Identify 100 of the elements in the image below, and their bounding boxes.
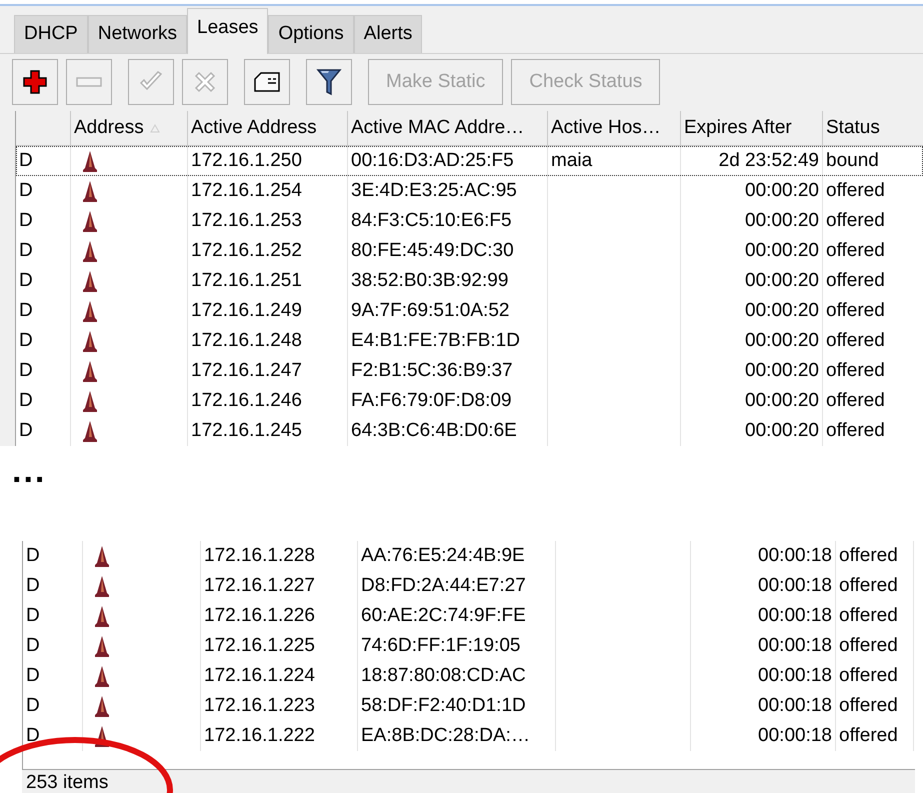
cone-icon (82, 390, 98, 412)
flag-cell-text: D (19, 388, 33, 413)
status-cell-text: offered (839, 574, 898, 598)
flag-cell-text: D (19, 238, 33, 263)
address-cell-text: 172.16.1.246 (191, 388, 302, 413)
tab[interactable]: Leases (187, 8, 268, 54)
address-cell-text: 172.16.1.247 (191, 358, 302, 383)
status-cell-text: offered (839, 664, 898, 688)
column-header[interactable]: Active Address (188, 111, 348, 146)
expires-cell-text: 00:00:20 (745, 388, 819, 413)
flag-cell-text: D (19, 178, 33, 203)
status-cell-text: offered (839, 724, 898, 748)
filter-button[interactable] (306, 59, 352, 106)
tab[interactable]: Networks (88, 14, 188, 53)
mac-cell-text: AA:76:E5:24:4B:9E (361, 544, 525, 568)
address-cell-text: 172.16.1.252 (191, 238, 302, 263)
expires-cell-text: 00:00:18 (758, 664, 832, 688)
expires-cell-text: 00:00:20 (745, 298, 819, 323)
mac-cell-text: 58:DF:F2:40:D1:1D (361, 694, 526, 718)
address-cell-text: 172.16.1.224 (204, 664, 315, 688)
cone-icon (94, 575, 110, 597)
note-icon (253, 71, 281, 94)
status-cell-text: offered (826, 388, 885, 413)
flag-cell-text: D (19, 328, 33, 353)
item-count: 253 items (26, 771, 108, 793)
flag-cell-text: D (26, 724, 40, 748)
cone-icon (82, 300, 98, 322)
address-cell-text: 172.16.1.245 (191, 418, 302, 443)
flag-cell-text: D (26, 544, 40, 568)
address-cell-text: 172.16.1.223 (204, 694, 315, 718)
cone-icon (94, 695, 110, 717)
flag-cell-text: D (19, 298, 33, 323)
column-header[interactable]: Active Hos… (548, 111, 681, 146)
mac-cell-text: 9A:7F:69:51:0A:52 (351, 298, 510, 323)
status-cell-text: offered (826, 268, 885, 293)
flag-cell-text: D (26, 664, 40, 688)
mac-cell-text: 38:52:B0:3B:92:99 (351, 268, 508, 293)
address-cell-text: 172.16.1.228 (204, 544, 315, 568)
expires-cell-text: 00:00:18 (758, 574, 832, 598)
column-header[interactable]: Address (71, 111, 188, 146)
expires-cell-text: 00:00:20 (745, 208, 819, 233)
mac-cell-text: 64:3B:C6:4B:D0:6E (351, 418, 517, 443)
mac-cell-text: F2:B1:5C:36:B9:37 (351, 358, 513, 383)
cone-icon (94, 605, 110, 627)
mac-cell-text: 3E:4D:E3:25:AC:95 (351, 178, 517, 203)
status-cell-text: offered (839, 604, 898, 628)
flag-cell-text: D (26, 604, 40, 628)
cone-icon (82, 270, 98, 292)
mac-cell-text: E4:B1:FE:7B:FB:1D (351, 328, 520, 353)
tab[interactable]: Alerts (354, 14, 422, 53)
expires-cell-text: 00:00:20 (745, 418, 819, 443)
status-cell-text: offered (826, 238, 885, 263)
expires-cell-text: 00:00:18 (758, 544, 832, 568)
expires-cell-text: 00:00:20 (745, 358, 819, 383)
cone-icon (82, 330, 98, 352)
status-cell-text: offered (826, 208, 885, 233)
tab[interactable]: DHCP (14, 14, 88, 53)
mac-cell-text: 74:6D:FF:1F:19:05 (361, 634, 520, 658)
mac-cell-text: 60:AE:2C:74:9F:FE (361, 604, 526, 628)
status-cell-text: offered (826, 178, 885, 203)
status-cell-text: offered (839, 694, 898, 718)
mac-cell-text: EA:8B:DC:28:DA:… (361, 724, 530, 748)
address-cell-text: 172.16.1.248 (191, 328, 302, 353)
address-cell-text: 172.16.1.249 (191, 298, 302, 323)
sort-arrow-icon (150, 124, 160, 132)
address-cell-text: 172.16.1.254 (191, 178, 302, 203)
cone-icon (82, 240, 98, 262)
expires-cell-text: 00:00:20 (745, 178, 819, 203)
address-cell-text: 172.16.1.227 (204, 574, 315, 598)
cone-icon (94, 545, 110, 567)
cone-icon (94, 635, 110, 657)
plus-icon (22, 69, 48, 96)
status-cell-text: offered (826, 358, 885, 383)
comment-button[interactable] (244, 59, 290, 106)
expires-cell-text: 00:00:18 (758, 604, 832, 628)
tab[interactable]: Options (268, 14, 354, 53)
expires-cell-text: 00:00:18 (758, 634, 832, 658)
mac-cell-text: 18:87:80:08:CD:AC (361, 664, 526, 688)
column-header[interactable] (16, 111, 71, 146)
expires-cell-text: 00:00:18 (758, 694, 832, 718)
status-cell-text: offered (839, 544, 898, 568)
flag-cell-text: D (26, 574, 40, 598)
add-button[interactable] (12, 59, 58, 106)
flag-cell-text: D (19, 418, 33, 443)
status-cell-text: offered (826, 328, 885, 353)
mac-cell-text: 84:F3:C5:10:E6:F5 (351, 208, 512, 233)
column-header[interactable]: Expires After (681, 111, 823, 146)
column-header[interactable]: Active MAC Addre… (348, 111, 548, 146)
table-row[interactable]: D 172.16.1.250 00:16:D3:AD:25:F5 maia 2d 23:52:49 bound (16, 146, 923, 176)
expires-cell-text: 00:00:20 (745, 268, 819, 293)
flag-cell-text: D (19, 358, 33, 383)
flag-cell-text: D (26, 694, 40, 718)
address-cell-text: 172.16.1.225 (204, 634, 315, 658)
cone-icon (82, 420, 98, 442)
flag-cell-text: D (26, 634, 40, 658)
status-cell-text: offered (839, 634, 898, 658)
cone-icon (82, 210, 98, 232)
expires-cell-text: 00:00:18 (758, 724, 832, 748)
flag-cell-text: D (19, 208, 33, 233)
cone-icon (82, 360, 98, 382)
